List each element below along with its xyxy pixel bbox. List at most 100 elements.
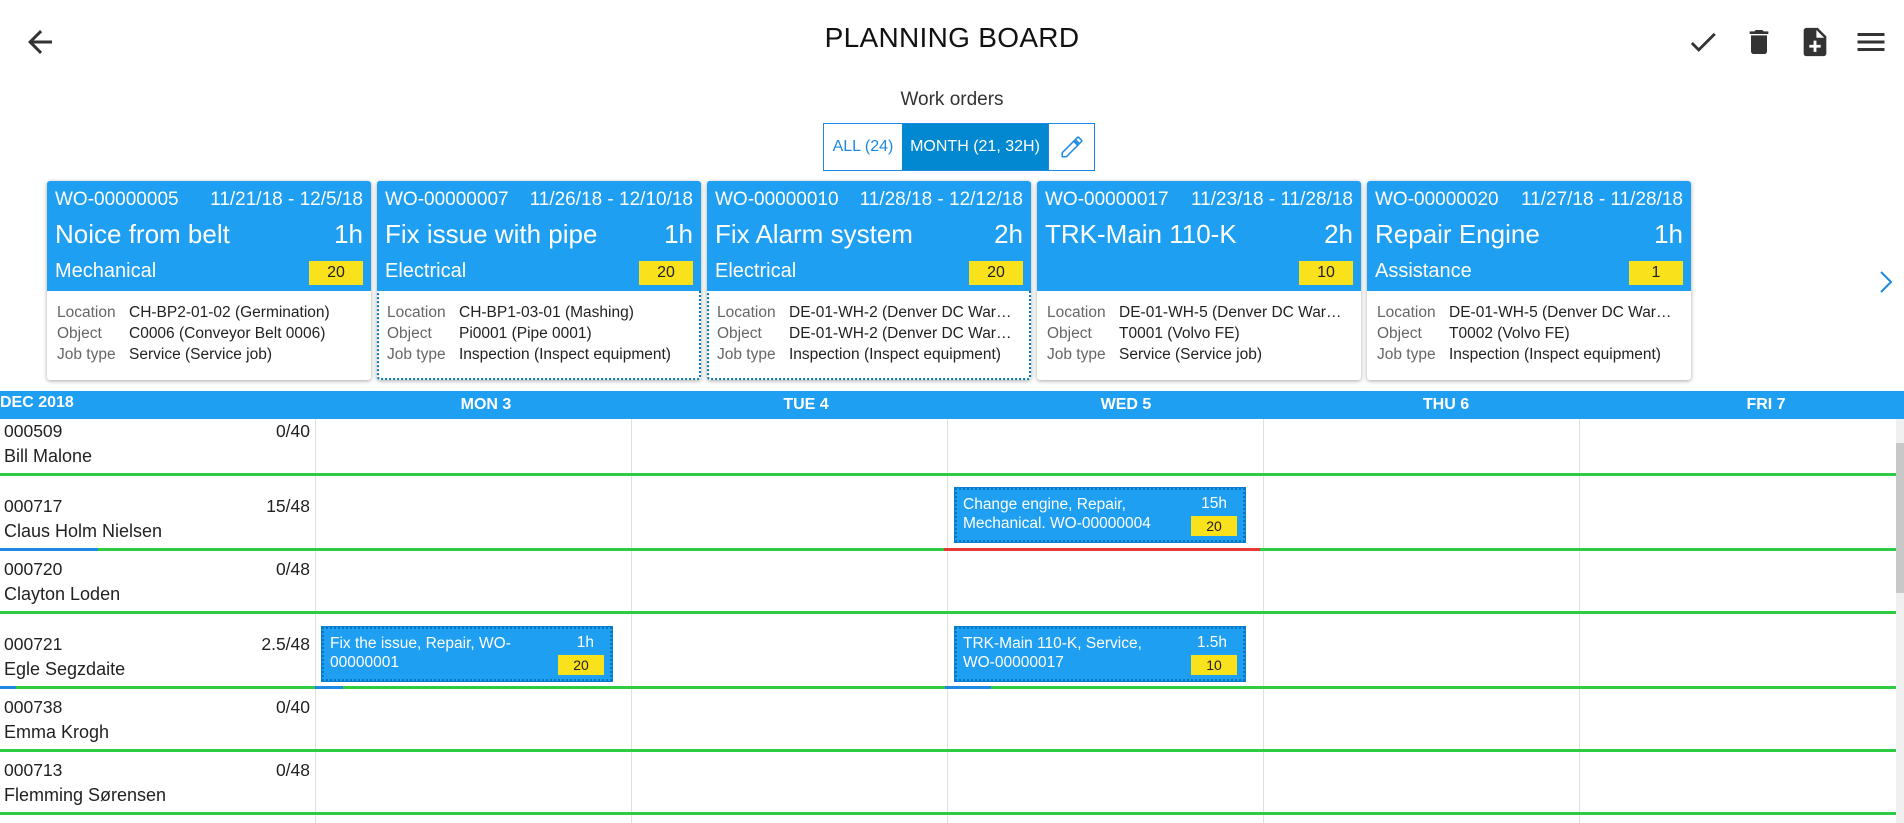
object-value: Pi0001 (Pipe 0001) [459, 325, 592, 342]
technician-load-bar [0, 686, 16, 689]
location-value: DE-01-WH-5 (Denver DC War… [1119, 304, 1342, 321]
object-label: Object [57, 325, 102, 342]
job-type-label: Job type [717, 346, 776, 363]
grid-divider [947, 419, 948, 823]
job-hours: 1h [576, 634, 594, 651]
card-header: WO-00000007 11/26/18 - 12/10/18 Fix issue… [377, 181, 701, 291]
capacity-line [0, 812, 1896, 815]
location-label: Location [387, 304, 446, 321]
day-header-mon[interactable]: MON 3 [328, 396, 644, 414]
work-order-cards: WO-00000005 11/21/18 - 12/5/18 Noice from… [47, 181, 1691, 380]
card-category: Mechanical [55, 260, 157, 282]
job-load-bar [315, 686, 343, 689]
job-type-value: Service (Service job) [129, 346, 272, 363]
day-header-tue[interactable]: TUE 4 [648, 396, 964, 414]
job-type-label: Job type [387, 346, 446, 363]
schedule-scrollbar[interactable] [1896, 419, 1904, 823]
priority-badge: 10 [1191, 655, 1237, 675]
app-header: PLANNING BOARD [0, 0, 1904, 82]
technician-id: 000509 [4, 421, 63, 441]
grid-divider [1263, 419, 1264, 823]
filter-month-button[interactable]: MONTH (21, 32H) [902, 124, 1048, 170]
technician-name: Claus Holm Nielsen [4, 521, 163, 541]
technician-hours: 0/40 [275, 421, 310, 441]
location-label: Location [1047, 304, 1106, 321]
header-actions [1684, 22, 1890, 62]
month-label: DEC 2018 [0, 394, 74, 411]
scrollbar-thumb[interactable] [1896, 443, 1904, 593]
technician-name: Clayton Loden [4, 584, 121, 604]
technician-id: 000717 [4, 496, 63, 516]
scheduled-job[interactable]: Fix the issue, Repair, WO-00000001 1h 20 [321, 626, 613, 682]
card-dates: 11/27/18 - 11/28/18 [1521, 189, 1683, 210]
work-order-card[interactable]: WO-00000005 11/21/18 - 12/5/18 Noice from… [47, 181, 371, 380]
priority-badge: 20 [969, 261, 1023, 285]
job-hours: 15h [1201, 495, 1227, 512]
card-id: WO-00000007 [385, 189, 509, 210]
object-label: Object [387, 325, 432, 342]
location-value: CH-BP1-03-01 (Mashing) [459, 304, 634, 321]
chevron-right-icon[interactable] [1876, 268, 1896, 296]
card-title: Fix issue with pipe [385, 219, 598, 249]
job-type-value: Inspection (Inspect equipment) [459, 346, 671, 363]
technician-load-bar [0, 548, 98, 551]
technician-name: Egle Segzdaite [4, 659, 126, 679]
card-hours: 2h [994, 219, 1023, 249]
location-value: DE-01-WH-5 (Denver DC War… [1449, 304, 1672, 321]
technician-name: Flemming Sørensen [4, 785, 167, 805]
card-title: Noice from belt [55, 219, 230, 249]
location-label: Location [1377, 304, 1436, 321]
check-icon[interactable] [1684, 22, 1722, 62]
card-details: Location CH-BP1-03-01 (Mashing) Object Pi0… [377, 291, 701, 367]
card-details: Location CH-BP2-01-02 (Germination) Objec… [47, 291, 371, 367]
job-load-bar [945, 686, 991, 689]
work-order-card[interactable]: WO-00000020 11/27/18 - 11/28/18 Repair En… [1367, 181, 1691, 380]
page-title: PLANNING BOARD [824, 22, 1080, 53]
priority-badge: 20 [639, 261, 693, 285]
menu-icon[interactable] [1852, 22, 1890, 62]
object-label: Object [1047, 325, 1092, 342]
card-id: WO-00000005 [55, 189, 179, 210]
location-value: CH-BP2-01-02 (Germination) [129, 304, 330, 321]
job-type-value: Service (Service job) [1119, 346, 1262, 363]
capacity-line [0, 749, 1896, 752]
work-order-filter: ALL (24) MONTH (21, 32H) [823, 123, 1095, 171]
work-order-card[interactable]: WO-00000017 11/23/18 - 11/28/18 TRK-Main … [1037, 181, 1361, 380]
card-dates: 11/28/18 - 12/12/18 [859, 189, 1023, 210]
card-hours: 1h [334, 219, 363, 249]
schedule-grid: 000509 0/40 Bill Malone 000717 15/48 Cla… [0, 419, 1896, 823]
day-header-fri[interactable]: FRI 7 [1608, 396, 1904, 414]
work-order-card[interactable]: WO-00000010 11/28/18 - 12/12/18 Fix Alarm… [707, 181, 1031, 380]
priority-badge: 1 [1629, 261, 1683, 285]
priority-badge: 20 [1191, 516, 1237, 536]
scheduled-job[interactable]: TRK-Main 110-K, Service, WO-00000017 1.5… [954, 626, 1246, 682]
day-header-thu[interactable]: THU 6 [1288, 396, 1604, 414]
scheduled-job[interactable]: Change engine, Repair, Mechanical. WO-00… [954, 487, 1246, 543]
location-value: DE-01-WH-2 (Denver DC War… [789, 304, 1012, 321]
priority-badge: 20 [309, 261, 363, 285]
card-id: WO-00000010 [715, 189, 839, 210]
card-title: Repair Engine [1375, 219, 1540, 249]
card-category: Assistance [1375, 260, 1472, 282]
object-value: T0001 (Volvo FE) [1119, 325, 1240, 342]
work-order-card[interactable]: WO-00000007 11/26/18 - 12/10/18 Fix issue… [377, 181, 701, 380]
pencil-icon[interactable] [1048, 124, 1094, 170]
filter-all-button[interactable]: ALL (24) [824, 124, 902, 170]
card-category: Electrical [715, 260, 797, 282]
card-hours: 1h [664, 219, 693, 249]
priority-badge: 20 [558, 655, 604, 675]
add-document-icon[interactable] [1796, 22, 1834, 62]
object-value: DE-01-WH-2 (Denver DC War… [789, 325, 1012, 342]
card-details: Location DE-01-WH-2 (Denver DC War… Objec… [707, 291, 1031, 367]
technician-id: 000720 [4, 559, 63, 579]
object-label: Object [1377, 325, 1422, 342]
day-header-wed[interactable]: WED 5 [968, 396, 1284, 414]
card-header: WO-00000010 11/28/18 - 12/12/18 Fix Alarm… [707, 181, 1031, 291]
location-label: Location [717, 304, 776, 321]
card-dates: 11/23/18 - 11/28/18 [1191, 189, 1353, 210]
card-details: Location DE-01-WH-5 (Denver DC War… Objec… [1037, 291, 1361, 367]
work-orders-label: Work orders [900, 89, 1004, 110]
trash-icon[interactable] [1740, 22, 1778, 62]
card-title: TRK-Main 110-K [1045, 219, 1237, 249]
technician-hours: 0/48 [275, 559, 310, 579]
